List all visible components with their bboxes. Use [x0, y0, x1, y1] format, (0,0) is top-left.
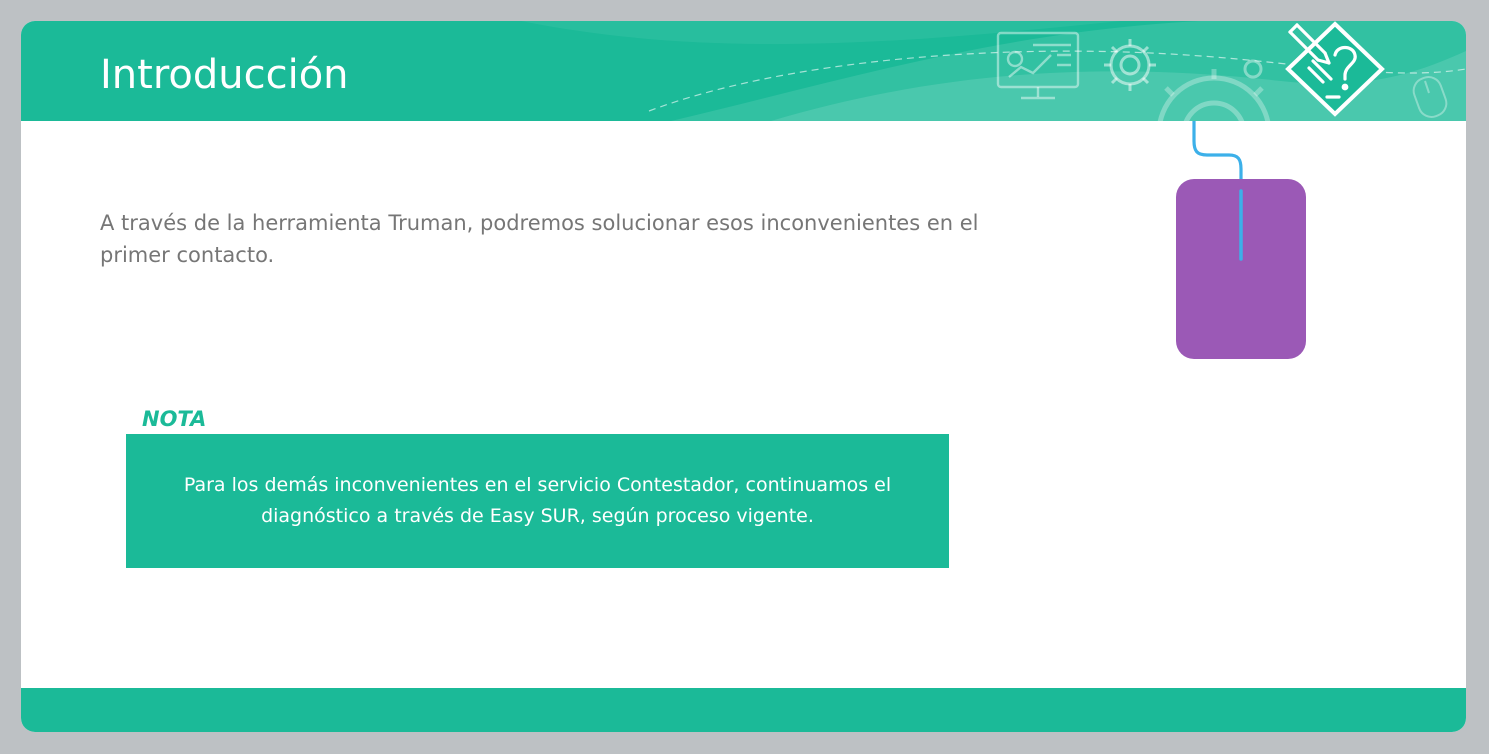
note-label: NOTA: [142, 407, 207, 431]
slide-header: Introducción: [21, 21, 1466, 121]
note-text: Para los demás inconvenientes en el serv…: [183, 474, 892, 527]
intro-text: A través de la herramienta Truman, podre…: [100, 211, 979, 267]
footer-bar: [21, 688, 1466, 732]
page-title: Introducción: [100, 52, 349, 98]
note-box: Para los demás inconvenientes en el serv…: [126, 434, 949, 568]
slide: Introducción A través de la herramienta …: [21, 21, 1466, 732]
document-question-icon: [1285, 21, 1385, 117]
computer-mouse-icon: [1176, 121, 1306, 359]
